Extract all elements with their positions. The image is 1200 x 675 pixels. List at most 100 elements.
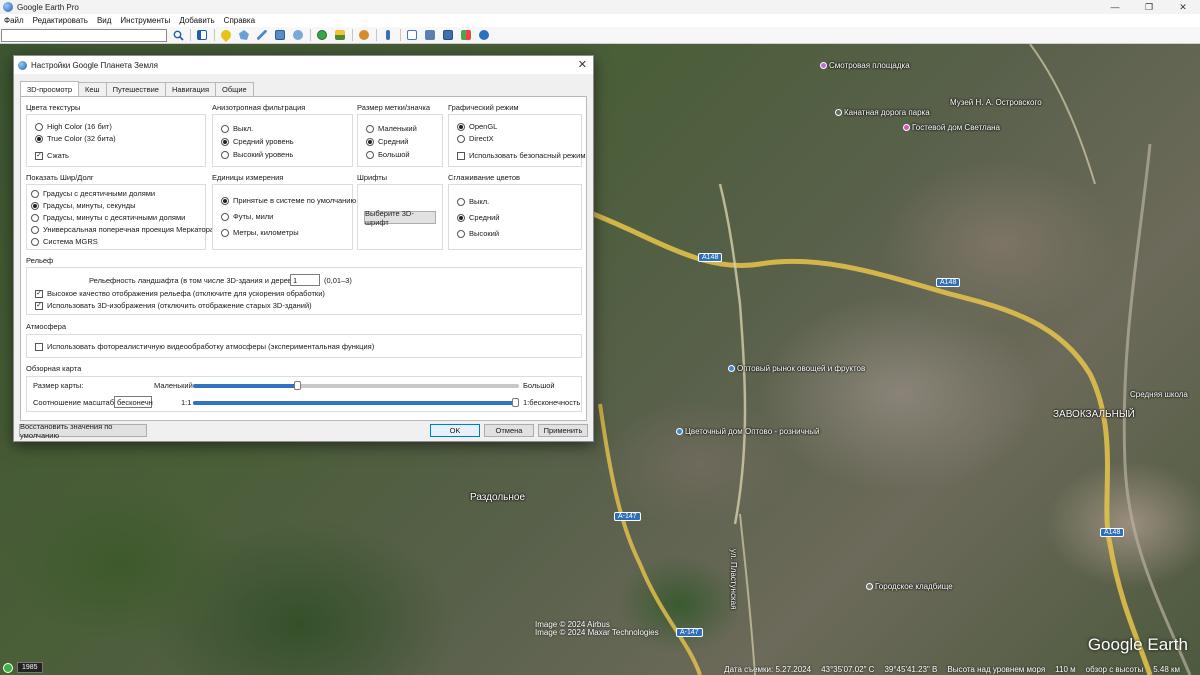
radio-button: [221, 228, 229, 237]
group-caption: Рельеф: [26, 256, 54, 265]
map-label-viewpoint[interactable]: Смотровая площадка: [820, 61, 910, 70]
radio-units-feet[interactable]: Футы, мили: [221, 212, 273, 221]
polygon-icon: [239, 30, 249, 40]
option-label: Выкл.: [469, 197, 490, 206]
historical-imagery-button[interactable]: [315, 29, 329, 42]
add-path-button[interactable]: [255, 29, 269, 42]
status-bar: Дата съемки: 5.27.2024 43°35'07.02" С 39…: [0, 663, 1200, 675]
earth-button[interactable]: [477, 29, 491, 42]
add-placemark-button[interactable]: [218, 27, 234, 43]
radio-button: [31, 189, 39, 198]
map-label-cablecar[interactable]: Канатная дорога парка: [835, 108, 930, 117]
map-label-market[interactable]: Оптовый рынок овощей и фруктов: [728, 364, 865, 373]
radio-label-large[interactable]: Большой: [366, 150, 410, 159]
radio-label-small[interactable]: Маленький: [366, 124, 417, 133]
map-label-text: Оптовый рынок овощей и фруктов: [737, 364, 866, 373]
radio-aniso-off[interactable]: Выкл.: [221, 124, 253, 133]
restore-defaults-button[interactable]: Восстановить значения по умолчанию: [19, 422, 147, 440]
minimize-button[interactable]: —: [1098, 0, 1132, 14]
tab-3d-view[interactable]: 3D-просмотр: [20, 81, 80, 96]
option-label: Использовать фотореалистичную видеообраб…: [47, 342, 375, 351]
radio-decimal-minutes[interactable]: Градусы, минуты с десятичными долями: [31, 213, 185, 222]
zoom-ratio-slider[interactable]: [193, 398, 519, 407]
envelope-icon: [407, 30, 417, 40]
tab-navigation[interactable]: Навигация: [164, 82, 217, 96]
radio-directx[interactable]: DirectX: [457, 134, 494, 143]
option-label: Градусы, минуты, секунды: [43, 201, 136, 210]
choose-3d-font-button[interactable]: Выберите 3D-шрифт: [364, 209, 436, 227]
smoothing-box: Выкл. Средний Высокий: [448, 184, 582, 250]
map-label-flowers[interactable]: Цветочный дом Оптово - розничный: [676, 427, 819, 436]
add-polygon-button[interactable]: [237, 29, 251, 42]
radio-opengl[interactable]: OpenGL: [457, 122, 497, 131]
radio-aniso-medium[interactable]: Средний уровень: [221, 137, 294, 146]
slider-thumb[interactable]: [512, 398, 519, 407]
checkbox-safe-mode[interactable]: Использовать безопасный режим: [457, 151, 586, 160]
apply-button[interactable]: Применить: [538, 424, 588, 437]
radio-utm[interactable]: Универсальная поперечная проекция Меркат…: [31, 225, 214, 234]
zoom-ratio-min-label: 1:1: [181, 398, 192, 407]
menu-file[interactable]: Файл: [4, 16, 24, 25]
ok-button[interactable]: OK: [430, 424, 480, 437]
radio-label-medium[interactable]: Средний: [366, 137, 409, 146]
copyright-maxar: Image © 2024 Maxar Technologies: [535, 628, 659, 637]
ruler-button[interactable]: [381, 29, 395, 42]
menu-tools[interactable]: Инструменты: [120, 16, 170, 25]
record-tour-button[interactable]: [291, 29, 305, 42]
map-label-guesthouse[interactable]: Гостевой дом Светлана: [903, 123, 1000, 132]
save-image-button[interactable]: [441, 29, 455, 42]
tab-cache[interactable]: Кеш: [78, 82, 107, 96]
checkbox-compress[interactable]: ✓ Сжать: [35, 151, 69, 160]
menu-help[interactable]: Справка: [224, 16, 255, 25]
maximize-button[interactable]: ❐: [1132, 0, 1166, 14]
map-label-school[interactable]: Средняя школа: [1130, 390, 1188, 399]
sunlight-button[interactable]: [333, 29, 347, 42]
tab-general[interactable]: Общие: [215, 82, 254, 96]
cancel-button[interactable]: Отмена: [484, 424, 534, 437]
map-size-slider[interactable]: [193, 381, 519, 390]
radio-mgrs[interactable]: Система MGRS: [31, 237, 98, 246]
group-caption: Анизотропная фильтрация: [212, 103, 306, 112]
email-button[interactable]: [405, 29, 419, 42]
checkbox-high-quality-terrain[interactable]: ✓ Высокое качество отображения рельефа (о…: [35, 289, 325, 298]
radio-true-color[interactable]: True Color (32 бита): [35, 134, 116, 143]
menu-view[interactable]: Вид: [97, 16, 111, 25]
radio-high-color[interactable]: High Color (16 бит): [35, 122, 112, 131]
map-label-museum[interactable]: Музей Н. А. Островского: [950, 98, 1042, 107]
tab-touring[interactable]: Путешествие: [105, 82, 166, 96]
menu-edit[interactable]: Редактировать: [33, 16, 88, 25]
map-label-cemetery[interactable]: Городское кладбище: [866, 582, 953, 591]
radio-decimal-degrees[interactable]: Градусы с десятичными долями: [31, 189, 155, 198]
menu-add[interactable]: Добавить: [179, 16, 214, 25]
add-image-overlay-button[interactable]: [273, 29, 287, 42]
map-label-razdolnoe[interactable]: Раздольное: [470, 492, 525, 503]
radio-button: [221, 212, 229, 221]
search-button[interactable]: [171, 29, 185, 42]
search-input[interactable]: [1, 28, 167, 42]
sidebar-toggle-button[interactable]: [195, 29, 209, 42]
radio-units-meters[interactable]: Метры, километры: [221, 228, 299, 237]
zoom-ratio-input[interactable]: бесконечн: [114, 396, 153, 408]
print-button[interactable]: [423, 29, 437, 42]
checkbox-photorealistic-atmosphere[interactable]: Использовать фотореалистичную видеообраб…: [35, 342, 374, 351]
checkbox-use-3d-imagery[interactable]: ✓ Использовать 3D-изображения (отключить …: [35, 301, 312, 310]
close-window-button[interactable]: ✕: [1166, 0, 1200, 14]
dialog-close-button[interactable]: ✕: [578, 58, 587, 71]
radio-aniso-high[interactable]: Высокий уровень: [221, 150, 293, 159]
switch-planet-button[interactable]: [357, 29, 371, 42]
view-in-maps-button[interactable]: [459, 29, 473, 42]
radio-smoothing-medium[interactable]: Средний: [457, 213, 500, 222]
map-label-zavokzalny[interactable]: ЗАВОКЗАЛЬНЫЙ: [1053, 409, 1135, 420]
radio-units-default[interactable]: Принятые в системе по умолчанию: [221, 196, 356, 205]
slider-thumb[interactable]: [293, 381, 301, 390]
placemark-icon: [218, 27, 234, 43]
elevation-exaggeration-input[interactable]: 1: [290, 274, 320, 286]
map-label-text: Музей Н. А. Островского: [950, 98, 1042, 107]
toolbar: [0, 27, 1200, 44]
radio-button: [31, 213, 39, 222]
toolbar-separator: [190, 29, 191, 41]
radio-dms[interactable]: Градусы, минуты, секунды: [31, 201, 136, 210]
radio-smoothing-high[interactable]: Высокий: [457, 229, 499, 238]
option-label: Футы, мили: [233, 212, 274, 221]
radio-smoothing-off[interactable]: Выкл.: [457, 197, 489, 206]
